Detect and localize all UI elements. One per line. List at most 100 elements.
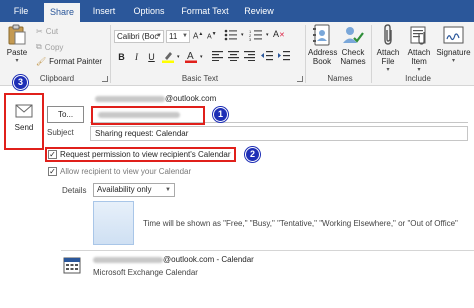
tab-options[interactable]: Options: [128, 0, 170, 22]
chevron-down-icon: ▼: [165, 187, 171, 193]
clipboard-launcher-icon[interactable]: [102, 76, 108, 82]
tab-insert[interactable]: Insert: [86, 0, 122, 22]
ribbon-tab-bar: File Share Insert Options Format Text Re…: [0, 0, 474, 22]
basic-text-group-label: Basic Text: [181, 74, 219, 83]
grow-font-icon: A▲: [193, 31, 204, 41]
copy-button[interactable]: ⧉ Copy: [36, 42, 63, 52]
paste-icon: [8, 24, 26, 45]
allow-view-checkbox[interactable]: ✓: [48, 167, 57, 176]
bold-button[interactable]: B: [116, 51, 127, 63]
format-painter-button[interactable]: 🖌 Format Painter: [36, 57, 102, 66]
basic-text-launcher-icon[interactable]: [297, 76, 303, 82]
details-label: Details: [62, 186, 87, 195]
bullets-button[interactable]: ▾: [224, 29, 244, 41]
ribbon-separator: [371, 25, 372, 83]
font-color-button[interactable]: A ▾: [185, 50, 203, 63]
request-permission-highlight-box: [45, 147, 236, 162]
attach-file-button[interactable]: Attach File ▾: [373, 24, 403, 75]
from-suffix: @outlook.com: [165, 94, 217, 103]
grow-font-button[interactable]: A▲: [193, 31, 203, 41]
cut-label: Cut: [45, 27, 59, 36]
signature-button[interactable]: Signature ▾: [435, 24, 472, 66]
calendar-source: Microsoft Exchange Calendar: [93, 268, 198, 277]
highlighter-icon: [162, 52, 174, 63]
attach-item-label: Attach Item: [407, 48, 431, 66]
chevron-down-icon: ▾: [200, 53, 203, 60]
numbered-list-icon: 123: [249, 29, 262, 41]
tab-review[interactable]: Review: [240, 0, 278, 22]
step-badge-3: 3: [13, 75, 28, 90]
paperclip-icon: [384, 24, 392, 45]
shrink-font-button[interactable]: A▼: [207, 31, 217, 40]
chevron-down-icon: ▼: [182, 33, 188, 39]
calendar-owner-suffix: @outlook.com - Calendar: [163, 255, 254, 264]
ribbon: Paste ▾ ✂ Cut ⧉ Copy 🖌 Format Painter Cl…: [0, 22, 474, 86]
subject-label: Subject: [47, 128, 74, 137]
align-right-button[interactable]: [244, 51, 255, 61]
tab-file[interactable]: File: [6, 0, 36, 22]
to-highlight-box: [91, 106, 205, 125]
italic-button[interactable]: I: [131, 51, 142, 63]
address-book-button[interactable]: Address Book: [308, 24, 338, 66]
details-value: Availability only: [97, 185, 152, 194]
step-badge-2: 2: [245, 147, 260, 162]
shrink-font-icon: A▼: [207, 31, 217, 41]
chevron-down-icon: ▼: [156, 33, 162, 39]
bullet-list-icon: [224, 29, 237, 41]
align-left-icon: [212, 51, 223, 61]
calendar-preview-image: [93, 201, 134, 245]
decrease-indent-icon: [261, 51, 273, 61]
numbering-button[interactable]: 123 ▾: [249, 29, 269, 41]
tab-format-text[interactable]: Format Text: [178, 0, 232, 22]
redacted-owner: [93, 256, 163, 263]
include-group-label: Include: [405, 74, 431, 83]
align-center-icon: [228, 51, 239, 61]
redacted-sender: [95, 95, 165, 102]
paste-label: Paste: [6, 48, 28, 57]
paste-dropdown-icon[interactable]: ▾: [4, 57, 30, 66]
chevron-down-icon: ▾: [241, 32, 244, 38]
check-names-button[interactable]: Check Names: [338, 24, 368, 66]
ribbon-separator: [305, 25, 306, 83]
increase-indent-icon: [278, 51, 290, 61]
chevron-down-icon: ▾: [451, 58, 455, 64]
calendar-owner: @outlook.com - Calendar: [93, 255, 254, 264]
cut-button[interactable]: ✂ Cut: [36, 27, 58, 36]
copy-icon: ⧉: [36, 42, 42, 51]
step-badge-1: 1: [213, 107, 228, 122]
font-size-combo[interactable]: 11 ▼: [166, 30, 190, 43]
clipboard-group-label: Clipboard: [39, 74, 75, 83]
underline-button[interactable]: U: [146, 51, 157, 63]
format-painter-icon: 🖌: [36, 57, 47, 66]
align-center-button[interactable]: [228, 51, 239, 61]
check-names-label: Check Names: [340, 48, 366, 66]
font-size-value: 11: [169, 32, 178, 41]
calendar-icon: [63, 257, 81, 274]
svg-text:A: A: [187, 51, 194, 62]
decrease-indent-button[interactable]: [261, 51, 273, 61]
attach-file-label: Attach File: [376, 48, 400, 66]
font-name-combo[interactable]: Calibri (Boc ▼: [114, 30, 164, 43]
highlight-color-button[interactable]: ▾: [162, 50, 180, 63]
increase-indent-button[interactable]: [278, 51, 290, 61]
align-left-button[interactable]: [212, 51, 223, 61]
attach-item-button[interactable]: Attach Item ▾: [404, 24, 434, 75]
svg-text:3: 3: [249, 37, 252, 41]
divider: [61, 250, 474, 251]
check-names-icon: [343, 27, 364, 43]
address-book-label: Address Book: [308, 48, 338, 66]
ribbon-separator: [110, 25, 111, 83]
signature-label: Signature: [436, 48, 471, 57]
align-right-icon: [244, 51, 255, 61]
subject-field[interactable]: Sharing request: Calendar: [90, 126, 468, 141]
tab-share[interactable]: Share: [44, 3, 80, 22]
paste-button[interactable]: Paste ▾: [4, 24, 30, 66]
scissors-icon: ✂: [36, 27, 43, 36]
signature-icon: [443, 26, 463, 44]
to-button[interactable]: To...: [47, 106, 84, 123]
names-group-label: Names: [327, 74, 353, 83]
details-dropdown[interactable]: Availability only ▼: [93, 183, 175, 197]
clear-formatting-button[interactable]: A✕: [273, 29, 285, 39]
format-painter-label: Format Painter: [49, 57, 103, 66]
availability-note: Time will be shown as "Free," "Busy," "T…: [143, 219, 458, 228]
